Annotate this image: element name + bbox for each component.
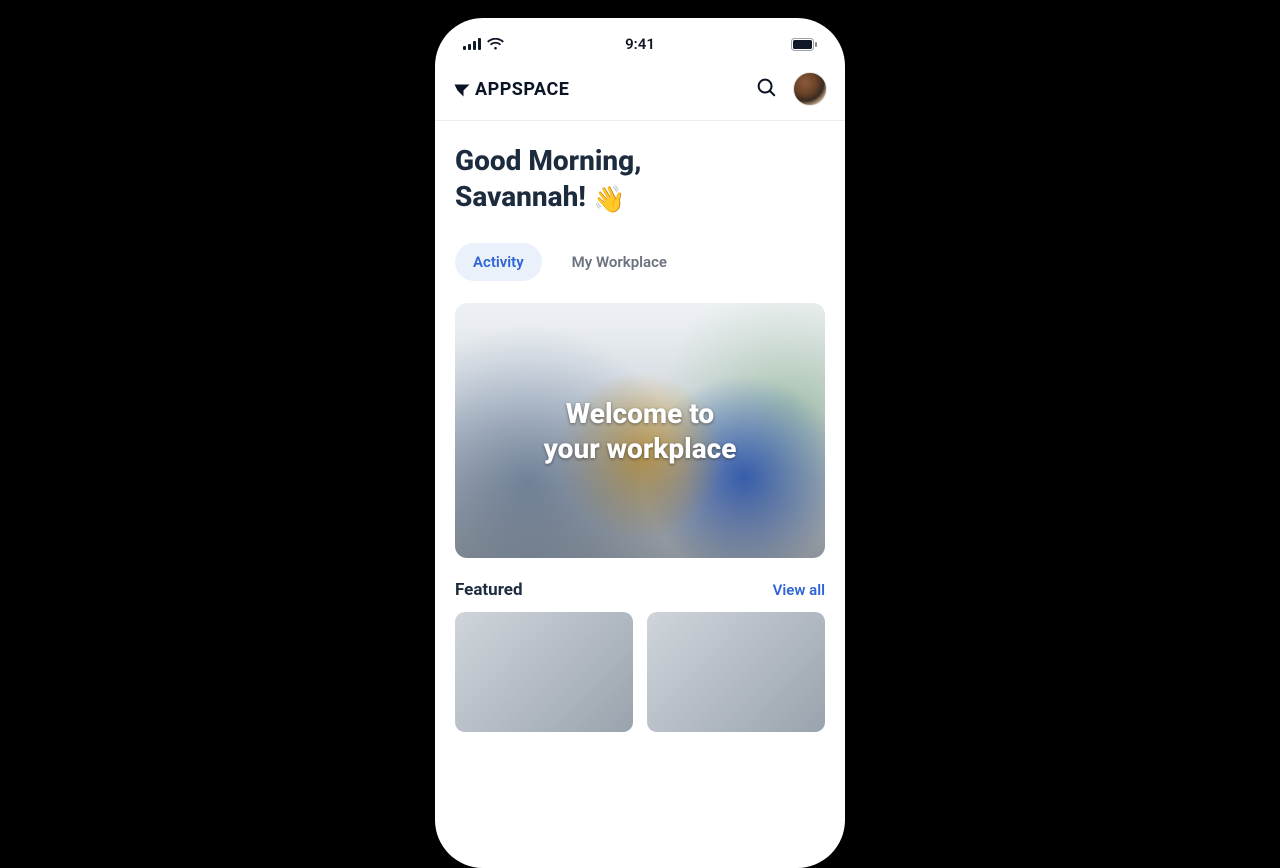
search-icon	[755, 76, 777, 98]
greeting: Good Morning, Savannah! 👋	[455, 143, 825, 217]
brand-name: APPSPACE	[475, 79, 569, 100]
featured-card[interactable]	[647, 612, 825, 732]
featured-title: Featured	[455, 580, 523, 600]
app-header: APPSPACE	[435, 62, 845, 121]
hero-line1: Welcome to	[566, 397, 714, 430]
brand-logo[interactable]: APPSPACE	[453, 79, 569, 100]
featured-cards	[455, 612, 825, 732]
tab-my-workplace[interactable]: My Workplace	[554, 243, 685, 281]
hero-card[interactable]: Welcome to your workplace	[455, 303, 825, 558]
featured-card[interactable]	[455, 612, 633, 732]
hero-text: Welcome to your workplace	[528, 396, 753, 466]
main-content: Good Morning, Savannah! 👋 Activity My Wo…	[435, 121, 845, 732]
search-button[interactable]	[755, 76, 777, 102]
greeting-line2: Savannah!	[455, 180, 586, 213]
phone-frame: 9:41 APPSPACE	[435, 18, 845, 868]
tabs: Activity My Workplace	[455, 243, 825, 281]
wifi-icon	[487, 38, 504, 50]
status-time: 9:41	[625, 35, 655, 53]
greeting-line1: Good Morning,	[455, 144, 641, 177]
avatar[interactable]	[793, 72, 827, 106]
wave-emoji: 👋	[593, 185, 625, 215]
brand-mark-icon	[453, 80, 471, 98]
hero-line2: your workplace	[544, 432, 737, 465]
view-all-link[interactable]: View all	[773, 581, 825, 599]
status-bar: 9:41	[435, 18, 845, 62]
cellular-signal-icon	[463, 38, 481, 50]
tab-activity[interactable]: Activity	[455, 243, 542, 281]
featured-header: Featured View all	[455, 580, 825, 600]
battery-icon	[791, 38, 817, 51]
